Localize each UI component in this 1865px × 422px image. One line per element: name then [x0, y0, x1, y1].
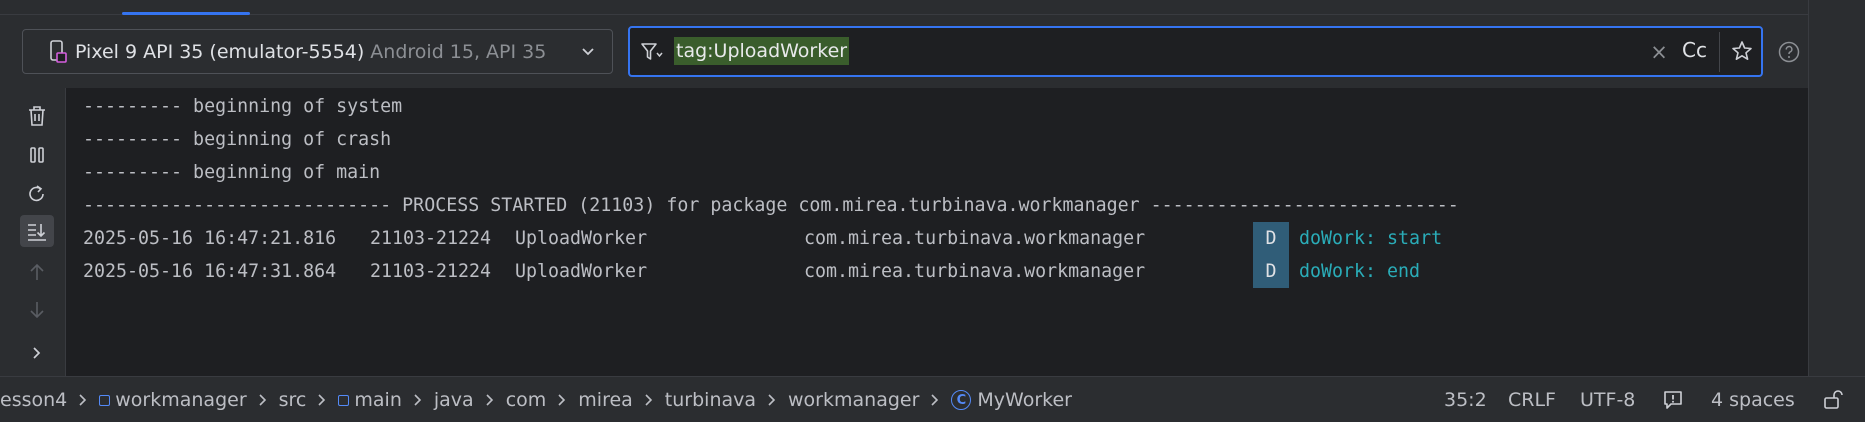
module-icon — [99, 394, 111, 406]
tab-strip — [0, 0, 1808, 15]
chevron-right-icon — [317, 393, 327, 407]
breadcrumb-item[interactable]: workmanager — [67, 389, 247, 411]
scroll-to-end-button[interactable] — [20, 215, 54, 247]
line-separator[interactable]: CRLF — [1508, 377, 1556, 422]
log-datetime: 2025-05-16 16:47:31.864 — [83, 261, 337, 282]
close-icon[interactable]: × — [1648, 40, 1670, 64]
restart-icon — [29, 185, 44, 202]
breadcrumb-item[interactable]: turbinava — [633, 389, 756, 411]
lock-icon[interactable] — [1822, 388, 1844, 412]
notification-icon[interactable] — [1662, 389, 1684, 411]
chevron-right-icon — [557, 393, 567, 407]
file-encoding[interactable]: UTF-8 — [1580, 377, 1635, 422]
breadcrumb-item[interactable]: com — [474, 389, 547, 411]
log-level-badge: D — [1253, 222, 1289, 255]
help-icon[interactable] — [1777, 40, 1801, 64]
chevron-right-icon — [644, 393, 654, 407]
indent-settings[interactable]: 4 spaces — [1711, 377, 1795, 422]
chevron-right-icon — [930, 393, 940, 407]
log-datetime: 2025-05-16 16:47:21.816 — [83, 228, 337, 249]
breadcrumb-label: workmanager — [115, 389, 247, 411]
filter-icon — [641, 43, 663, 60]
device-selector[interactable]: Pixel 9 API 35 (emulator-5554) Android 1… — [22, 29, 613, 74]
breadcrumb-item[interactable]: main — [306, 389, 402, 411]
breadcrumb-item[interactable]: mirea — [546, 389, 633, 411]
log-level-badge: D — [1253, 255, 1289, 288]
breadcrumb: esson4 workmanager src main java com mir… — [0, 377, 1072, 422]
chevron-right-icon — [413, 393, 423, 407]
breadcrumb-item[interactable]: src — [247, 389, 307, 411]
chevron-right-icon — [767, 393, 777, 407]
pause-icon — [30, 147, 44, 163]
logcat-filter[interactable]: tag:UploadWorker × Cc — [628, 26, 1763, 77]
breadcrumb-label: src — [278, 389, 307, 411]
log-header-line: --------- beginning of main — [83, 162, 381, 183]
caret-position[interactable]: 35:2 — [1444, 377, 1487, 422]
chevron-right-icon — [258, 393, 268, 407]
arrow-down-icon — [30, 302, 44, 319]
log-header-line: --------- beginning of system — [83, 96, 403, 117]
more-actions-button[interactable] — [20, 337, 54, 369]
match-case-button[interactable]: Cc — [1682, 38, 1707, 62]
right-tool-strip — [1778, 0, 1865, 376]
logcat-output[interactable]: --------- beginning of system --------- … — [67, 88, 1808, 376]
previous-occurrence-button[interactable] — [20, 256, 54, 288]
breadcrumb-item[interactable]: workmanager — [756, 389, 919, 411]
breadcrumb-item[interactable]: java — [402, 389, 474, 411]
chevron-right-icon — [33, 347, 41, 359]
arrow-up-icon — [30, 263, 44, 280]
phone-icon — [47, 39, 69, 65]
breadcrumb-label: java — [433, 389, 474, 411]
device-name: Pixel 9 API 35 (emulator-5554) — [75, 40, 365, 63]
divider — [1719, 32, 1720, 72]
log-entry: 2025-05-16 16:47:31.864 21103-21224 Uplo… — [83, 255, 1783, 288]
log-pid: 21103-21224 — [370, 228, 492, 249]
logcat-toolbar: Pixel 9 API 35 (emulator-5554) Android 1… — [0, 15, 1808, 88]
pause-button[interactable] — [20, 139, 54, 171]
next-occurrence-button[interactable] — [20, 294, 54, 326]
log-header-line: --------- beginning of crash — [83, 129, 392, 150]
breadcrumb-item[interactable]: esson4 — [0, 389, 67, 411]
filter-input[interactable]: tag:UploadWorker — [674, 37, 850, 65]
breadcrumb-label: MyWorker — [977, 389, 1072, 411]
scroll-to-end-icon — [28, 224, 46, 241]
process-started-line: ---------------------------- PROCESS STA… — [83, 195, 1459, 216]
class-icon: C — [951, 390, 972, 410]
star-icon[interactable] — [1730, 39, 1754, 63]
breadcrumb-label: mirea — [578, 389, 633, 411]
log-message: doWork: start — [1299, 228, 1443, 249]
breadcrumb-label: esson4 — [0, 389, 68, 411]
breadcrumb-label: workmanager — [788, 389, 920, 411]
module-icon — [338, 394, 350, 406]
trash-icon — [29, 106, 45, 126]
chevron-right-icon — [485, 393, 495, 407]
log-pid: 21103-21224 — [370, 261, 492, 282]
clear-logcat-button[interactable] — [20, 100, 54, 132]
breadcrumb-label: main — [354, 389, 402, 411]
logcat-side-toolbar — [0, 88, 66, 376]
log-package: com.mirea.turbinava.workmanager — [804, 228, 1146, 249]
chevron-down-icon — [582, 48, 594, 56]
log-message: doWork: end — [1299, 261, 1421, 282]
breadcrumb-item[interactable]: C MyWorker — [919, 389, 1072, 411]
log-package: com.mirea.turbinava.workmanager — [804, 261, 1146, 282]
log-tag: UploadWorker — [515, 228, 648, 249]
chevron-right-icon — [78, 393, 88, 407]
breadcrumb-label: turbinava — [664, 389, 757, 411]
restart-button[interactable] — [20, 178, 54, 210]
device-meta: Android 15, API 35 — [370, 40, 547, 63]
log-entry: 2025-05-16 16:47:21.816 21103-21224 Uplo… — [83, 222, 1783, 255]
breadcrumb-label: com — [505, 389, 547, 411]
log-tag: UploadWorker — [515, 261, 648, 282]
status-bar: esson4 workmanager src main java com mir… — [0, 376, 1865, 422]
